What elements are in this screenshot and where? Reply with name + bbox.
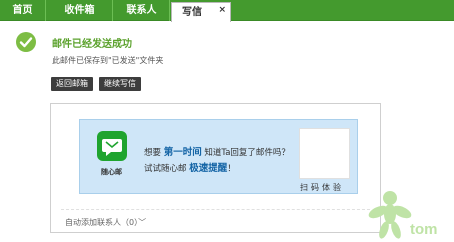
tab-compose[interactable]: 写信 × (171, 2, 231, 22)
auto-add-contacts-toggle[interactable]: 自动添加联系人（0）﹀ (65, 217, 146, 228)
divider (61, 209, 370, 210)
qr-code (299, 128, 350, 179)
tom-logo: tom (368, 186, 454, 242)
close-icon[interactable]: × (218, 5, 226, 15)
promo-banner[interactable]: 随心邮 想要 第一时间 知道Ta回复了邮件吗？ 试试随心邮 极速提醒！ 扫码体验 (79, 119, 358, 194)
app-name: 随心邮 (101, 168, 122, 176)
checkmark-icon (16, 32, 36, 52)
svg-text:tom: tom (410, 221, 438, 238)
result-card: 随心邮 想要 第一时间 知道Ta回复了邮件吗？ 试试随心邮 极速提醒！ 扫码体验… (50, 103, 381, 233)
back-to-inbox-button[interactable]: 返回邮箱 (51, 77, 93, 91)
success-subtitle: 此邮件已保存到"已发送"文件夹 (52, 56, 164, 65)
success-title: 邮件已经发送成功 (52, 39, 132, 50)
tab-home[interactable]: 首页 (0, 0, 46, 21)
promo-line-1: 想要 第一时间 知道Ta回复了邮件吗？ (144, 147, 290, 158)
tab-inbox[interactable]: 收件箱 (47, 0, 113, 21)
qr-label: 扫码体验 (300, 183, 344, 192)
continue-writing-button[interactable]: 继续写信 (99, 77, 141, 91)
tab-contacts[interactable]: 联系人 (114, 0, 170, 21)
promo-line-2: 试试随心邮 极速提醒！ (144, 163, 236, 174)
chat-icon (97, 131, 127, 161)
chevron-down-icon: ﹀ (138, 218, 147, 227)
tab-bar: 首页 收件箱 联系人 写信 × (0, 0, 454, 22)
mail-sent-page: 首页 收件箱 联系人 写信 × 邮件已经发送成功 此邮件已保存到"已发送"文件夹… (0, 0, 454, 242)
auto-add-contacts-label: 自动添加联系人（0） (65, 218, 139, 227)
tab-compose-label: 写信 (182, 7, 202, 18)
